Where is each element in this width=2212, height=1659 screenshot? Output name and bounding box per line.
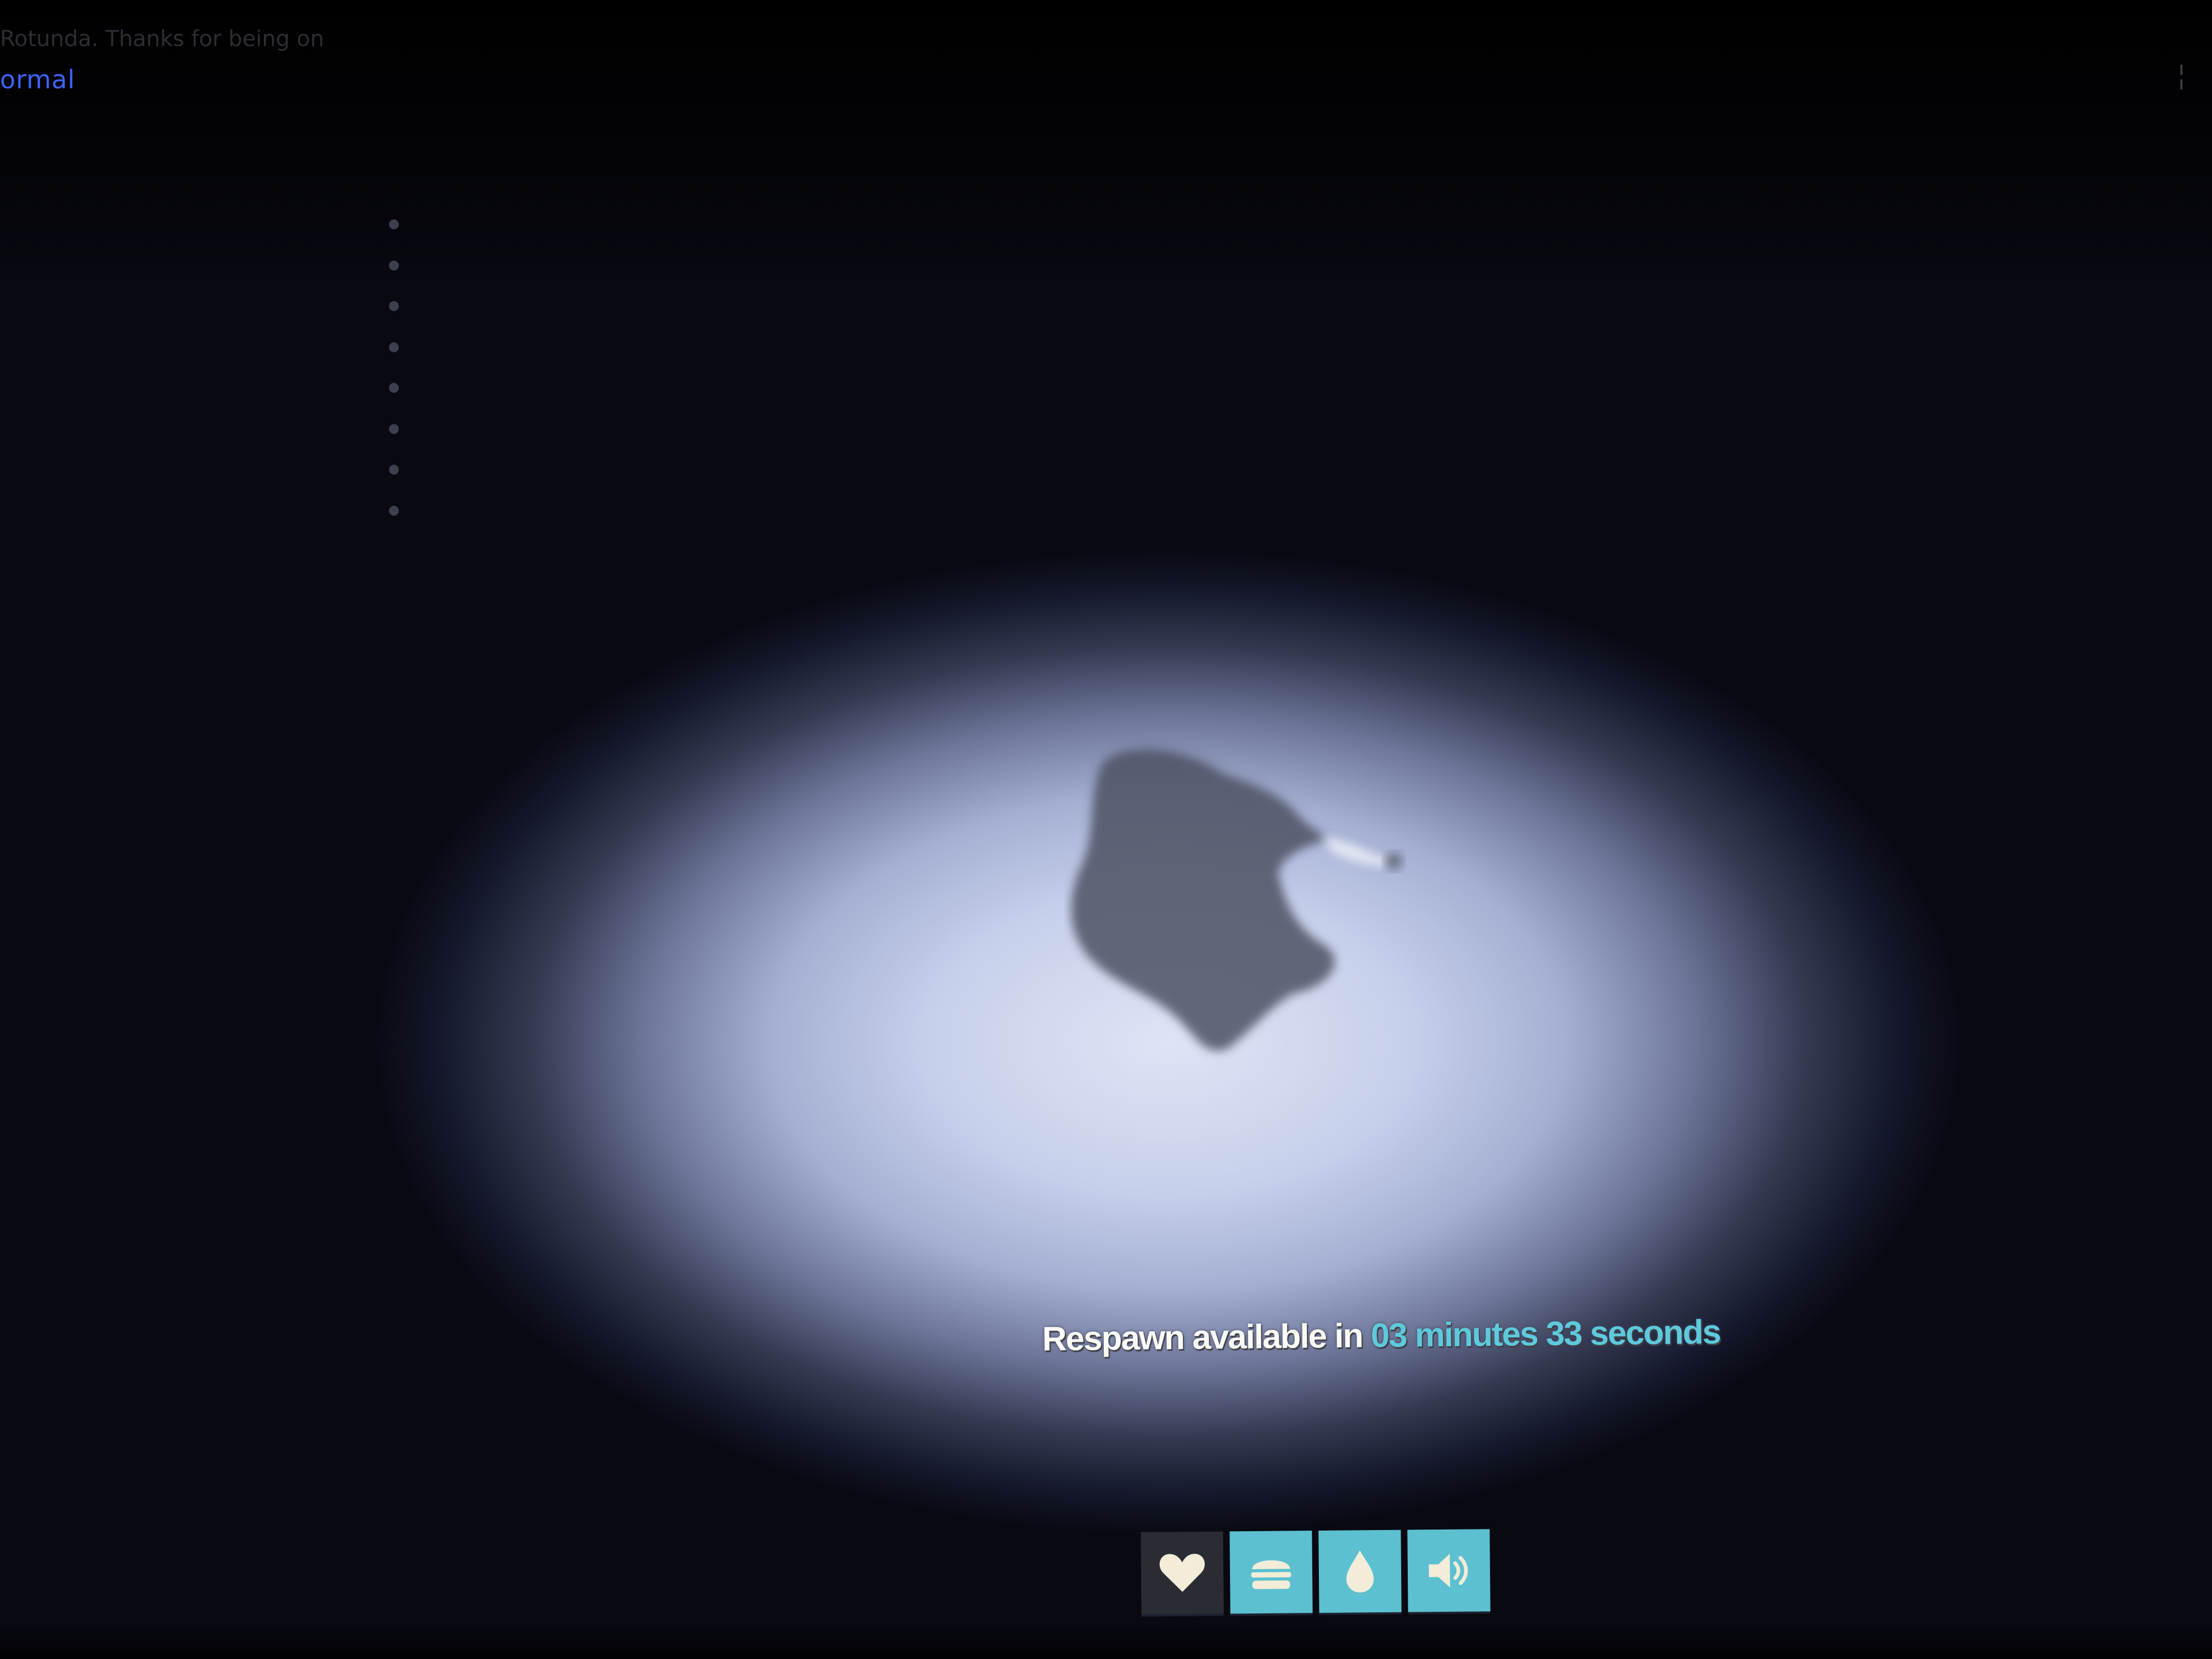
game-screen: Rotunda. Thanks for being on ormal ¦ Res… bbox=[0, 0, 2212, 1659]
indicator-dot bbox=[389, 465, 399, 475]
hunger-status bbox=[1229, 1531, 1313, 1614]
speaker-icon bbox=[1429, 1554, 1468, 1588]
indicator-dot bbox=[389, 219, 399, 229]
status-icon-bar bbox=[1141, 1529, 1491, 1615]
chat-message: Rotunda. Thanks for being on bbox=[0, 26, 324, 52]
game-mode-label: ormal bbox=[0, 65, 76, 94]
indicator-dot bbox=[389, 424, 399, 434]
corner-indicator: ¦ bbox=[2178, 61, 2185, 90]
respawn-minutes-unit: minutes bbox=[1406, 1315, 1547, 1355]
heart-icon bbox=[1159, 1554, 1205, 1592]
respawn-seconds-unit: seconds bbox=[1581, 1313, 1720, 1353]
indicator-dot bbox=[389, 383, 399, 393]
vignette-bottom bbox=[0, 1624, 2212, 1659]
respawn-prefix: Respawn available in bbox=[1042, 1317, 1372, 1358]
respawn-countdown: Respawn available in 03 minutes 33 secon… bbox=[1042, 1313, 1720, 1380]
indicator-dot bbox=[389, 505, 399, 516]
droplet-icon bbox=[1346, 1550, 1374, 1593]
indicator-dot bbox=[389, 260, 399, 270]
burger-icon bbox=[1251, 1560, 1291, 1589]
health-status bbox=[1141, 1531, 1224, 1615]
dotted-indicator bbox=[387, 219, 400, 516]
player-body-shadow bbox=[1071, 749, 1402, 1051]
noise-status bbox=[1407, 1529, 1491, 1612]
indicator-dot bbox=[389, 301, 399, 312]
indicator-dot bbox=[389, 342, 399, 352]
respawn-minutes-value: 03 bbox=[1370, 1316, 1407, 1355]
vignette-top bbox=[0, 0, 2212, 285]
respawn-seconds-value: 33 bbox=[1545, 1314, 1582, 1353]
thirst-status bbox=[1318, 1530, 1402, 1613]
